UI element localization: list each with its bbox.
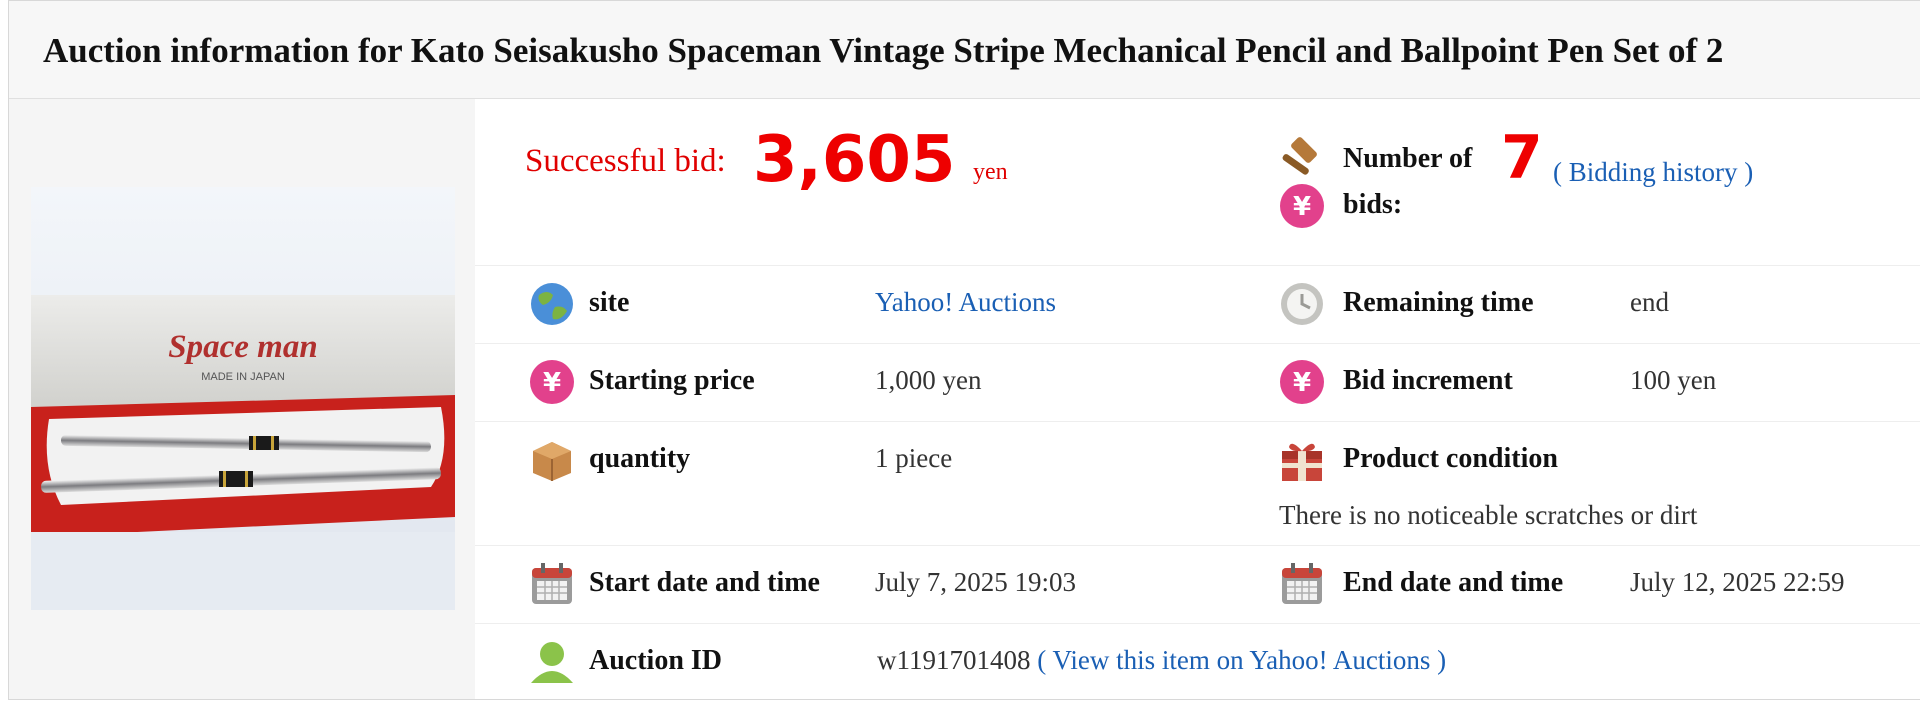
auction-link-open-paren: ( xyxy=(1037,645,1047,675)
svg-text:¥: ¥ xyxy=(1293,368,1311,398)
bidding-history-link[interactable]: Bidding history xyxy=(1569,157,1738,187)
product-condition-label: Product condition xyxy=(1343,443,1558,474)
auction-id-label: Auction ID xyxy=(589,645,723,676)
starting-price-label: Starting price xyxy=(589,365,755,396)
made-in-lettering: MADE IN JAPAN xyxy=(201,371,285,383)
quantity-value: 1 piece xyxy=(875,443,953,473)
auction-id-row: Auction ID w1191701408 ( View this item … xyxy=(475,623,1920,701)
svg-text:¥: ¥ xyxy=(1293,192,1311,222)
auction-info-panel: Auction information for Kato Seisakusho … xyxy=(8,0,1920,700)
calendar-icon xyxy=(532,563,572,604)
auction-id-value: w1191701408 xyxy=(877,645,1031,675)
end-date-label: End date and time xyxy=(1343,567,1564,598)
start-date-label: Start date and time xyxy=(589,567,820,598)
end-date-value: July 12, 2025 22:59 xyxy=(1630,567,1845,597)
number-of-bids-label-line1: Number of xyxy=(1343,143,1473,174)
auction-link-close-paren: ) xyxy=(1437,645,1447,675)
yen-icon: ¥ xyxy=(1280,184,1324,228)
gift-icon xyxy=(1282,443,1322,481)
bid-increment-label: Bid increment xyxy=(1343,365,1513,396)
box-icon xyxy=(533,442,571,481)
yen-icon: ¥ xyxy=(1280,360,1324,404)
brand-lettering: Space man xyxy=(168,329,317,365)
site-link[interactable]: Yahoo! Auctions xyxy=(875,287,1056,318)
quantity-row: quantity 1 piece Product condition There… xyxy=(475,421,1920,546)
globe-icon xyxy=(531,283,573,325)
product-condition-value: There is no noticeable scratches or dirt xyxy=(1279,500,1698,530)
bid-increment-value: 100 yen xyxy=(1630,365,1717,395)
details-area: Successful bid: 3,605 yen ¥ Number of bi… xyxy=(475,99,1920,699)
title-bar: Auction information for Kato Seisakusho … xyxy=(9,1,1920,99)
pen-set-image: Space man MADE IN JAPAN xyxy=(31,187,455,610)
starting-price-value: 1,000 yen xyxy=(875,365,982,395)
price-row: ¥ Starting price 1,000 yen ¥ Bid increme… xyxy=(475,343,1920,422)
bidding-history-close-paren: ) xyxy=(1744,157,1754,187)
start-date-value: July 7, 2025 19:03 xyxy=(875,567,1077,597)
number-of-bids-label-line2: bids: xyxy=(1343,189,1403,220)
user-icon xyxy=(531,642,573,683)
bids-count: 7 xyxy=(1501,123,1543,193)
remaining-time-label: Remaining time xyxy=(1343,287,1534,318)
view-on-yahoo-link[interactable]: View this item on Yahoo! Auctions xyxy=(1053,645,1431,675)
bid-row: Successful bid: 3,605 yen ¥ Number of bi… xyxy=(475,99,1920,266)
site-label: site xyxy=(589,287,630,318)
successful-bid-label: Successful bid: xyxy=(525,143,726,179)
dates-row: Start date and time July 7, 2025 19:03 E… xyxy=(475,545,1920,624)
site-row: site Yahoo! Auctions Remaining time end xyxy=(475,265,1920,344)
image-column: Space man MADE IN JAPAN xyxy=(9,99,475,699)
calendar-icon xyxy=(1282,563,1322,604)
yen-icon: ¥ xyxy=(530,360,574,404)
page-title: Auction information for Kato Seisakusho … xyxy=(43,31,1724,70)
svg-text:¥: ¥ xyxy=(543,368,561,398)
remaining-time-value: end xyxy=(1630,287,1669,317)
gavel-icon xyxy=(1282,137,1317,175)
clock-icon xyxy=(1281,283,1323,325)
product-photo[interactable]: Space man MADE IN JAPAN xyxy=(31,187,455,610)
quantity-label: quantity xyxy=(589,443,691,474)
bidding-history-open-paren: ( xyxy=(1553,157,1562,187)
successful-bid-unit: yen xyxy=(973,159,1008,185)
successful-bid-amount: 3,605 xyxy=(753,123,956,197)
